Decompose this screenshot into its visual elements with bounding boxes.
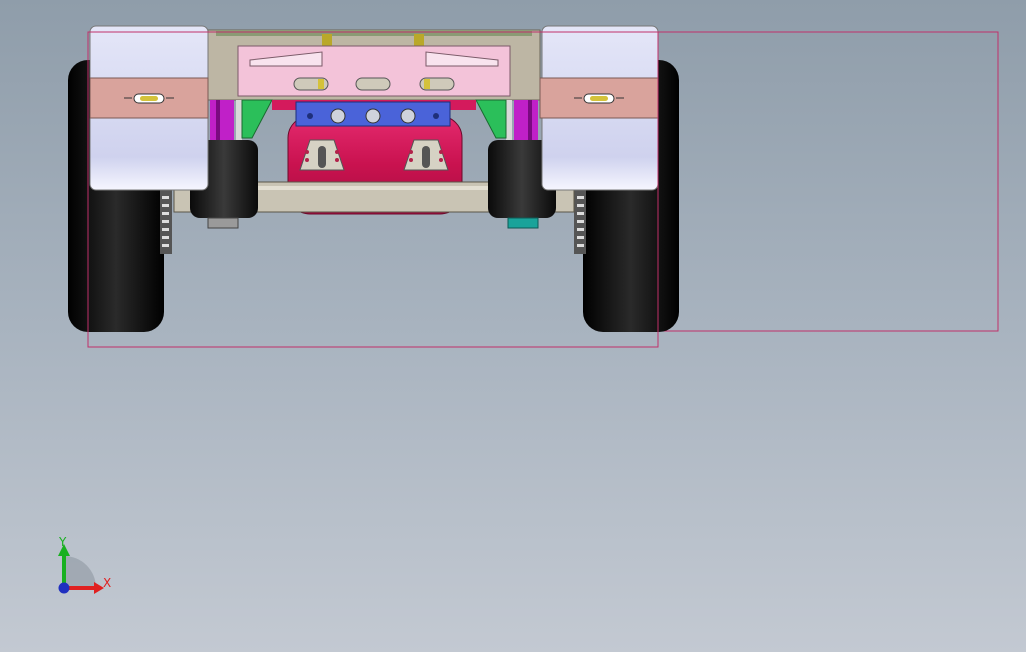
- x-axis-label: X: [103, 576, 111, 590]
- y-axis-label: Y: [58, 535, 67, 549]
- z-axis-icon: [58, 582, 70, 594]
- graphics-viewport[interactable]: Y X: [0, 0, 1026, 652]
- reference-triad: Y X: [58, 535, 111, 594]
- triad-z-quadrant: [64, 556, 96, 588]
